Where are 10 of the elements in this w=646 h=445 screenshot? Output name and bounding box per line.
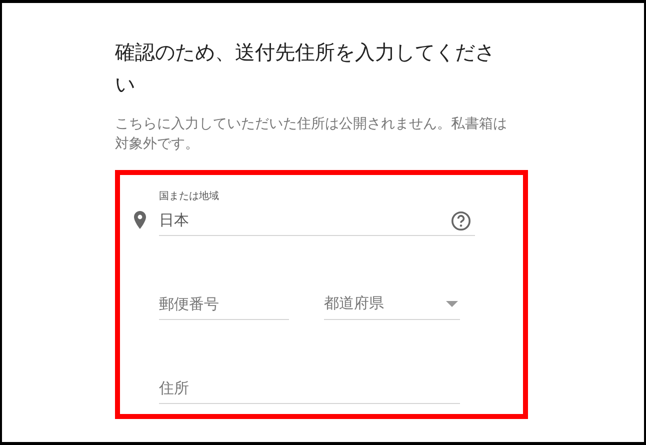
page-heading: 確認のため、送付先住所を入力してください [115, 39, 496, 98]
country-field[interactable]: 日本 [159, 206, 475, 236]
caret-icon [446, 300, 458, 306]
privacy-note: こちらに入力していただいた住所は公開されません。私書箱は対象外です。 [115, 115, 508, 154]
prefecture-dropdown[interactable]: 都道府県 [324, 288, 460, 320]
location-pin-icon [134, 211, 146, 229]
field-label: 国または地域 [159, 190, 220, 204]
help-icon[interactable] [451, 210, 471, 230]
postal-code-field[interactable]: 郵便番号 [159, 288, 289, 320]
address-field[interactable]: 住所 [159, 372, 460, 404]
